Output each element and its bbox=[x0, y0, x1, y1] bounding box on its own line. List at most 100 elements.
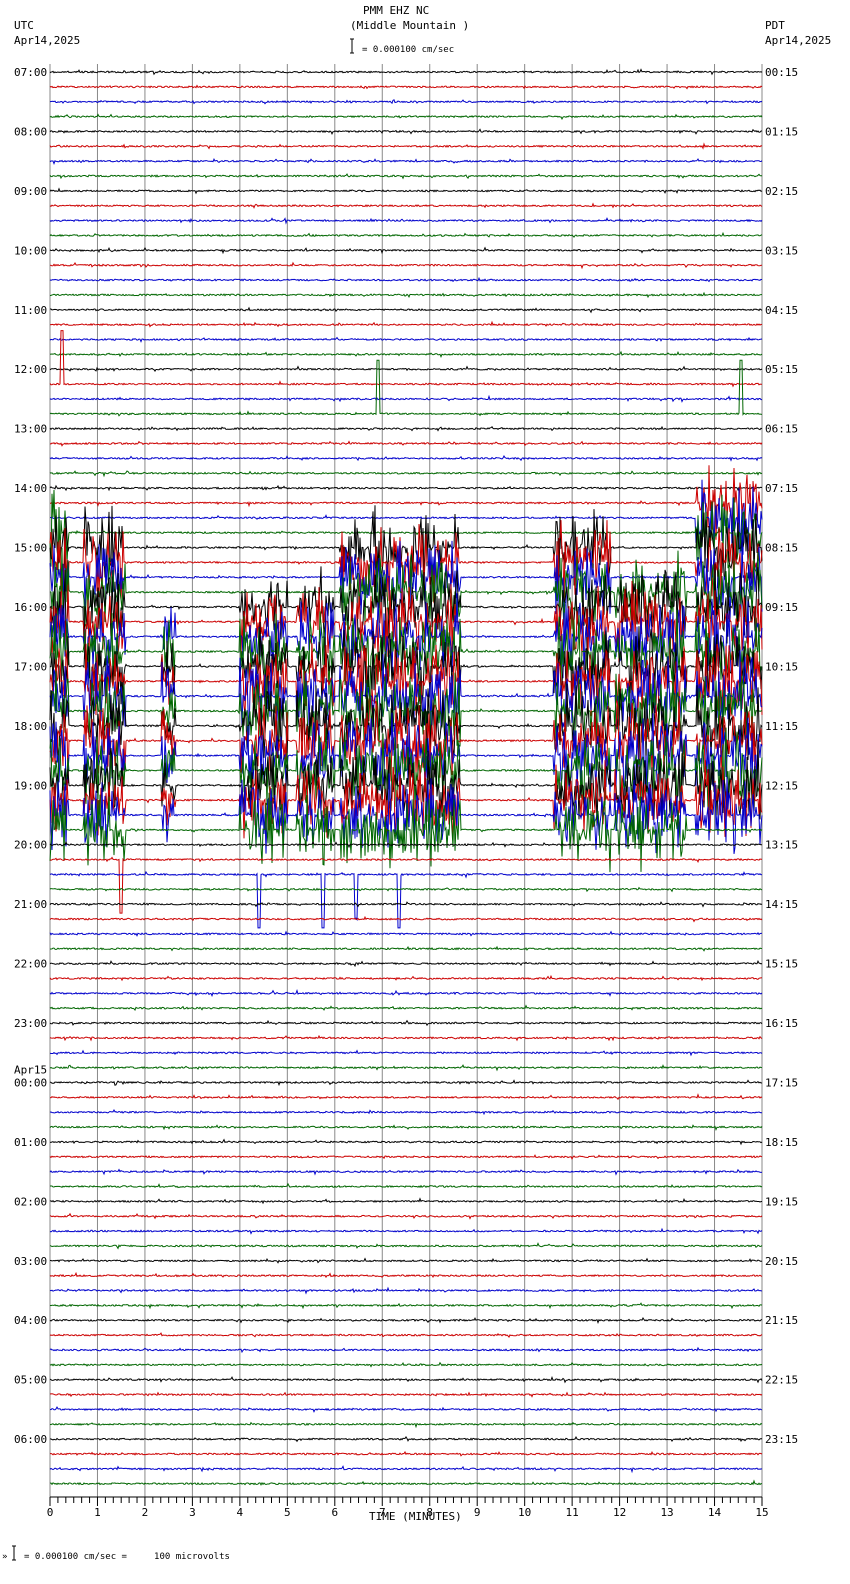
trace-line bbox=[49, 99, 763, 105]
trace-line bbox=[49, 1049, 763, 1057]
left-timezone: UTC bbox=[14, 19, 34, 32]
trace-line bbox=[49, 901, 763, 908]
trace-line bbox=[49, 84, 763, 90]
utc-hour-label: 08:00 bbox=[14, 125, 47, 138]
station-subtitle: (Middle Mountain ) bbox=[350, 19, 469, 32]
trace-line bbox=[49, 1479, 763, 1486]
utc-hour-label: 10:00 bbox=[14, 244, 47, 257]
right-timezone: PDT bbox=[765, 19, 785, 32]
trace-line bbox=[49, 320, 763, 328]
pdt-hour-label: 16:15 bbox=[765, 1017, 798, 1030]
pdt-hour-label: 22:15 bbox=[765, 1374, 798, 1387]
scale-text: = 0.000100 cm/sec bbox=[362, 45, 454, 55]
trace-line bbox=[49, 1108, 763, 1116]
trace-line bbox=[49, 261, 763, 270]
utc-hour-label: 07:00 bbox=[14, 66, 47, 79]
x-tick-label: 2 bbox=[142, 1506, 149, 1519]
utc-hour-label: 03:00 bbox=[14, 1255, 47, 1268]
pdt-hour-label: 21:15 bbox=[765, 1314, 798, 1327]
helicorder-chart: PMM EHZ NC (Middle Mountain ) UTC Apr14,… bbox=[2, 4, 831, 1562]
x-tick-label: 4 bbox=[237, 1506, 244, 1519]
utc-hour-label: 15:00 bbox=[14, 542, 47, 555]
trace-line bbox=[49, 350, 763, 359]
trace-line bbox=[50, 306, 763, 314]
trace-line bbox=[49, 202, 763, 209]
utc-hour-label: 23:00 bbox=[14, 1017, 47, 1030]
trace-line bbox=[49, 246, 763, 255]
station-title: PMM EHZ NC bbox=[363, 4, 429, 17]
trace-line bbox=[49, 1227, 763, 1235]
trace-line bbox=[49, 484, 763, 492]
right-date: Apr14,2025 bbox=[765, 34, 831, 47]
trace-line bbox=[49, 1242, 763, 1250]
trace-line bbox=[49, 1079, 763, 1087]
pdt-hour-label: 23:15 bbox=[765, 1433, 798, 1446]
pdt-hour-label: 05:15 bbox=[765, 363, 798, 376]
date-change-label: Apr15 bbox=[14, 1063, 47, 1076]
utc-hour-label: 18:00 bbox=[14, 720, 47, 733]
utc-hour-label: 06:00 bbox=[14, 1433, 47, 1446]
utc-hour-label: 12:00 bbox=[14, 363, 47, 376]
trace-line bbox=[49, 1168, 763, 1176]
trace-line bbox=[49, 217, 763, 225]
pdt-hour-label: 07:15 bbox=[765, 482, 798, 495]
utc-hour-label: 22:00 bbox=[14, 958, 47, 971]
trace-line bbox=[49, 1197, 763, 1205]
trace-line bbox=[49, 142, 763, 150]
trace-line bbox=[50, 1182, 763, 1189]
trace-line bbox=[49, 1302, 763, 1310]
utc-hour-label: 21:00 bbox=[14, 898, 47, 911]
trace-line bbox=[49, 128, 763, 135]
trace-line bbox=[49, 1154, 763, 1160]
pdt-hour-label: 15:15 bbox=[765, 958, 798, 971]
left-date: Apr14,2025 bbox=[14, 34, 80, 47]
trace-line bbox=[49, 915, 763, 923]
x-tick-label: 1 bbox=[94, 1506, 101, 1519]
utc-hour-label: 01:00 bbox=[14, 1136, 47, 1149]
trace-line bbox=[49, 1257, 763, 1264]
pdt-hour-label: 06:15 bbox=[765, 423, 798, 436]
trace-line bbox=[49, 173, 763, 180]
pdt-hour-label: 02:15 bbox=[765, 185, 798, 198]
trace-line bbox=[49, 1286, 762, 1295]
utc-hour-label: 09:00 bbox=[14, 185, 47, 198]
pdt-hour-label: 08:15 bbox=[765, 542, 798, 555]
trace-line bbox=[49, 1421, 763, 1429]
pdt-hour-label: 12:15 bbox=[765, 779, 798, 792]
x-tick-label: 6 bbox=[331, 1506, 338, 1519]
trace-line bbox=[49, 974, 763, 982]
trace-line bbox=[49, 479, 763, 556]
trace-line bbox=[49, 1435, 763, 1443]
pdt-hour-label: 10:15 bbox=[765, 660, 798, 673]
utc-hour-label: 02:00 bbox=[14, 1195, 47, 1208]
pdt-hour-label: 19:15 bbox=[765, 1195, 798, 1208]
x-tick-label: 11 bbox=[566, 1506, 579, 1519]
utc-hour-label: 04:00 bbox=[14, 1314, 47, 1327]
trace-line bbox=[49, 158, 763, 166]
x-tick-label: 15 bbox=[755, 1506, 768, 1519]
trace-line bbox=[49, 470, 763, 478]
utc-hour-label: 00:00 bbox=[14, 1076, 47, 1089]
x-tick-label: 5 bbox=[284, 1506, 291, 1519]
trace-line bbox=[50, 465, 763, 540]
trace-line bbox=[49, 886, 763, 893]
utc-hour-label: 20:00 bbox=[14, 839, 47, 852]
x-tick-label: 12 bbox=[613, 1506, 626, 1519]
trace-line bbox=[49, 365, 763, 372]
trace-line bbox=[49, 1034, 763, 1042]
pdt-hour-label: 13:15 bbox=[765, 839, 798, 852]
trace-line bbox=[49, 930, 763, 937]
trace-line bbox=[49, 336, 763, 343]
pdt-hour-label: 00:15 bbox=[765, 66, 798, 79]
utc-hour-label: 13:00 bbox=[14, 423, 47, 436]
pdt-hour-label: 17:15 bbox=[765, 1076, 798, 1089]
trace-line bbox=[49, 1212, 763, 1220]
trace-line bbox=[49, 1391, 763, 1398]
trace-line bbox=[49, 394, 763, 403]
trace-line bbox=[49, 1361, 763, 1368]
x-axis-label: TIME (MINUTES) bbox=[369, 1510, 462, 1523]
trace-line bbox=[49, 1093, 763, 1101]
pdt-hour-label: 09:15 bbox=[765, 601, 798, 614]
seismic-traces bbox=[49, 68, 763, 1486]
trace-line bbox=[49, 440, 763, 447]
